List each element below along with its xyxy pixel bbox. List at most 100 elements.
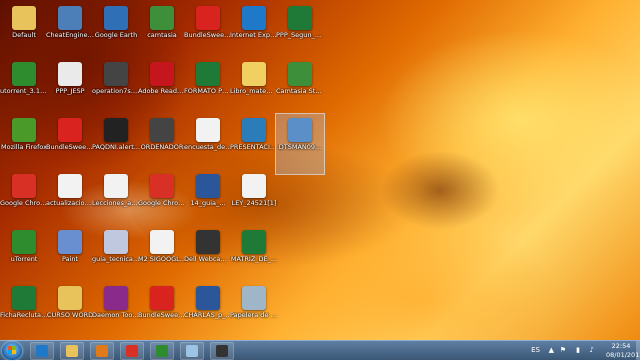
presentation-icon xyxy=(242,118,266,142)
desktop-icon[interactable]: BundleSweetIM... xyxy=(46,114,94,174)
taskbar-google-chrome-button[interactable] xyxy=(120,342,144,360)
desktop-icon[interactable]: CheatEngine61 xyxy=(46,2,94,62)
app-icon xyxy=(288,62,312,86)
desktop-icon-label: Google Earth xyxy=(94,32,138,39)
webcam-icon xyxy=(196,230,220,254)
desktop-icon[interactable]: FichaReclutam... xyxy=(0,282,48,342)
desktop-icon[interactable]: Internet Explorer xyxy=(230,2,278,62)
utorrent-icon xyxy=(156,345,168,357)
desktop-icon-label: utorrent_3.1.3... xyxy=(0,88,48,95)
network-icon[interactable]: ▮ xyxy=(576,346,580,354)
windows-explorer-icon xyxy=(66,345,78,357)
pdf-icon xyxy=(196,118,220,142)
desktop-icon[interactable]: actualizacion_g... xyxy=(46,170,94,230)
desktop-icon[interactable]: Default xyxy=(0,2,48,62)
media-player-icon xyxy=(96,345,108,357)
desktop-icon[interactable]: Google Chrome xyxy=(138,170,186,230)
desktop-icon[interactable]: CHARLAS_p_M... xyxy=(184,282,232,342)
volume-icon[interactable]: ♪ xyxy=(590,346,594,354)
desktop-icon[interactable]: Mozilla Firefox xyxy=(0,114,48,174)
desktop-icon[interactable]: camtasia xyxy=(138,2,186,62)
clock-date: 08/01/2012 xyxy=(606,350,640,359)
recycle-bin-icon xyxy=(242,286,266,310)
desktop-icon-label: LEY_24521[1] xyxy=(231,200,277,207)
start-button[interactable] xyxy=(2,342,22,360)
google-chrome-icon xyxy=(126,345,138,357)
clock[interactable]: 22:54 08/01/2012 xyxy=(606,342,640,359)
book-icon xyxy=(104,118,128,142)
taskbar: ES ▲ ⚑ ▮ ♪ 22:54 08/01/2012 xyxy=(0,340,640,361)
folder-icon xyxy=(58,286,82,310)
desktop-icon[interactable]: ORDENADOR xyxy=(138,114,186,174)
folder-icon xyxy=(12,6,36,30)
desktop-icon[interactable]: encuesta_del_p... xyxy=(184,114,232,174)
desktop-icon-label: encuesta_del_p... xyxy=(184,144,232,151)
desktop-icon[interactable]: utorrent_3.1.3... xyxy=(0,58,48,118)
internet-explorer-icon xyxy=(242,6,266,30)
pdf-icon xyxy=(242,174,266,198)
utorrent-icon xyxy=(12,62,36,86)
media-center-icon xyxy=(216,345,228,357)
desktop-icon-label: guia_tecnica_p... xyxy=(92,256,140,263)
language-indicator[interactable]: ES xyxy=(531,346,540,354)
word-icon xyxy=(196,286,220,310)
desktop-icon[interactable]: PPP_JESP xyxy=(46,58,94,118)
desktop-icon-label: Lecciones_apr... xyxy=(92,200,140,207)
desktop-icon[interactable]: Paint xyxy=(46,226,94,286)
desktop-icon-label: Dell Webcam Central xyxy=(184,256,232,263)
excel-icon xyxy=(288,6,312,30)
desktop-icon[interactable]: BundleSweetIM... xyxy=(138,282,186,342)
word-icon xyxy=(196,174,220,198)
desktop-icon-label: PPP_JESP xyxy=(55,88,85,95)
desktop-icon[interactable]: Google Chrome xyxy=(0,170,48,230)
document-icon xyxy=(104,230,128,254)
desktop-icon-label: 14_guia_... xyxy=(190,200,226,207)
desktop-icon[interactable]: Camtasia Studio 7 xyxy=(276,58,324,118)
desktop-icon[interactable]: Adobe Reader X xyxy=(138,58,186,118)
taskbar-media-center-button[interactable] xyxy=(210,342,234,360)
desktop-icon[interactable]: Lecciones_apr... xyxy=(92,170,140,230)
taskbar-media-player-button[interactable] xyxy=(90,342,114,360)
desktop-icon[interactable]: CURSO WORD xyxy=(46,282,94,342)
desktop-icon[interactable]: Dell Webcam Central xyxy=(184,226,232,286)
desktop-icon[interactable]: 14_guia_... xyxy=(184,170,232,230)
desktop-icon-label: actualizacion_g... xyxy=(46,200,94,207)
firefox-icon xyxy=(12,118,36,142)
taskbar-windows-explorer-button[interactable] xyxy=(60,342,84,360)
desktop-icon-label: CURSO WORD xyxy=(46,312,94,319)
desktop-icon[interactable]: PPP_Segun_GRAS xyxy=(276,2,324,62)
desktop-icon-label: Daemon Tools Lite xyxy=(92,312,140,319)
desktop-icon[interactable]: Libro_matem[1] xyxy=(230,58,278,118)
action-center-icon[interactable]: ⚑ xyxy=(560,346,566,354)
desktop-icon[interactable]: MATRIZ_DE_... xyxy=(230,226,278,286)
desktop-icon-label: FORMATO P1... xyxy=(184,88,232,95)
desktop-icon[interactable]: Daemon Tools Lite xyxy=(92,282,140,342)
pdf-icon xyxy=(150,62,174,86)
desktop-icon[interactable]: LEY_24521[1] xyxy=(230,170,278,230)
desktop-icon[interactable]: PAQDNI.alert... xyxy=(92,114,140,174)
desktop-icon-label: uTorrent xyxy=(10,256,38,263)
taskbar-utorrent-button[interactable] xyxy=(150,342,174,360)
excel-icon xyxy=(242,230,266,254)
desktop-icon-label: BundleSweetIM... xyxy=(138,312,186,319)
desktop-icon-label: DTSMAN09... xyxy=(278,144,322,151)
desktop-icon[interactable]: operation7setu... xyxy=(92,58,140,118)
installer-icon xyxy=(288,118,312,142)
desktop-icon[interactable]: uTorrent xyxy=(0,226,48,286)
desktop-icon[interactable]: DTSMAN09... xyxy=(275,113,325,175)
game-icon xyxy=(150,118,174,142)
desktop-icon[interactable]: BundleSweetIM... xyxy=(184,2,232,62)
show-desktop-button[interactable] xyxy=(636,341,640,361)
taskbar-internet-explorer-button[interactable] xyxy=(30,342,54,360)
desktop-icon[interactable]: guia_tecnica_p... xyxy=(92,226,140,286)
desktop-icon-label: Google Chrome xyxy=(0,200,48,207)
desktop-icon-label: BundleSweetIM... xyxy=(184,32,232,39)
taskbar-notepad-button[interactable] xyxy=(180,342,204,360)
desktop-icon[interactable]: Papelera de reciclaje xyxy=(230,282,278,342)
show-hidden-icons-icon[interactable]: ▲ xyxy=(549,346,554,354)
desktop-icon[interactable]: PRESENTACION... xyxy=(230,114,278,174)
desktop-icon[interactable]: Google Earth xyxy=(92,2,140,62)
desktop-icon[interactable]: FORMATO P1... xyxy=(184,58,232,118)
desktop-icon[interactable]: M2 SIGOOGL... xyxy=(138,226,186,286)
notepad-icon xyxy=(186,345,198,357)
